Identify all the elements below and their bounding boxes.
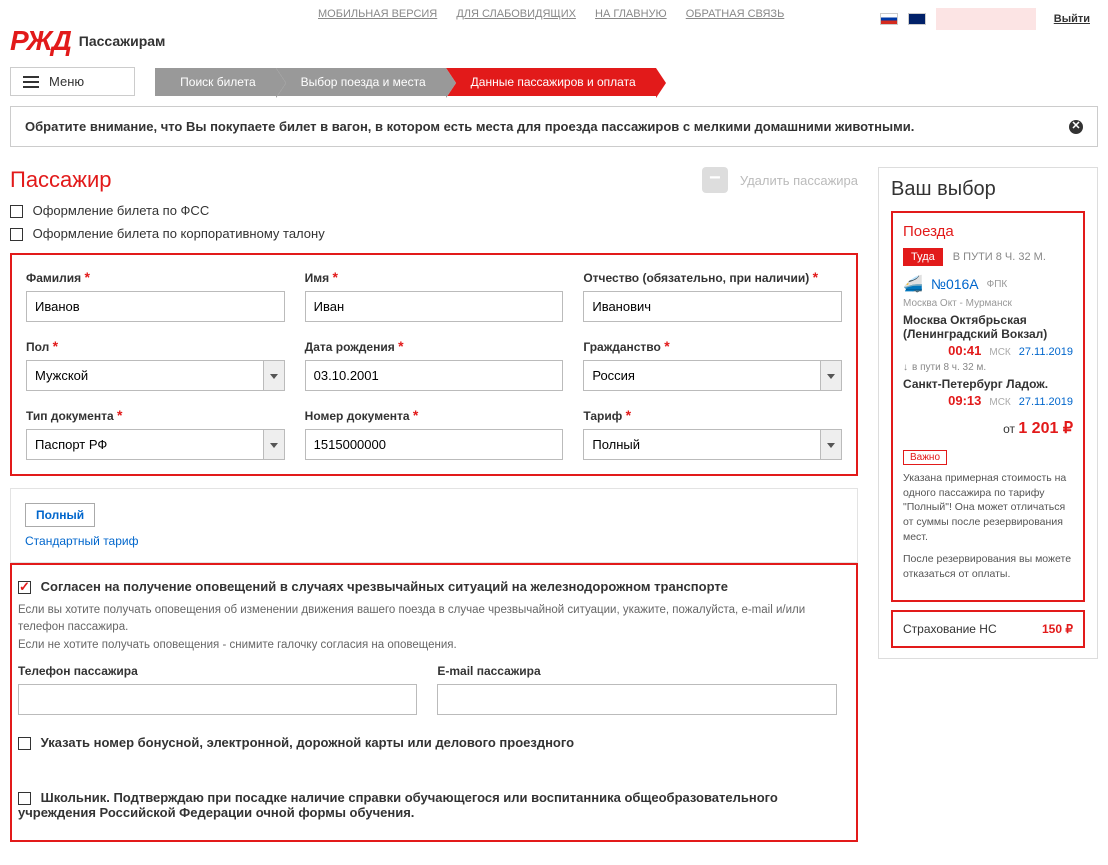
bonus-checkbox[interactable]: Указать номер бонусной, электронной, дор… (18, 735, 850, 750)
arrival-date[interactable]: 27.11.2019 (1019, 396, 1073, 408)
msk-label: МСК (989, 397, 1010, 408)
departure-date[interactable]: 27.11.2019 (1019, 346, 1073, 358)
price-note1: Указана примерная стоимость на одного па… (903, 471, 1073, 544)
direction-badge: Туда (903, 248, 943, 266)
arrow-down-icon: ↓ (903, 362, 908, 373)
side-title: Ваш выбор (891, 178, 1085, 201)
your-choice-panel: Ваш выбор Поезда Туда В ПУТИ 8 Ч. 32 М. … (878, 167, 1098, 659)
home-link[interactable]: НА ГЛАВНУЮ (595, 8, 667, 20)
name-input[interactable] (305, 291, 564, 322)
train-number-link[interactable]: №016А (931, 276, 979, 292)
email-label: E-mail пассажира (437, 664, 836, 678)
tariff-standard-link[interactable]: Стандартный тариф (25, 534, 138, 548)
train-icon: 🚄 (903, 274, 923, 294)
dob-input[interactable] (305, 360, 564, 391)
flag-uk-icon[interactable] (908, 13, 926, 25)
feedback-link[interactable]: ОБРАТНАЯ СВЯЗЬ (686, 8, 785, 20)
docnum-label: Номер документа * (305, 407, 564, 423)
checkbox-checked-icon (18, 581, 31, 594)
accessibility-link[interactable]: ДЛЯ СЛАБОВИДЯЩИХ (456, 8, 576, 20)
hamburger-icon (23, 81, 39, 83)
user-avatar[interactable] (936, 8, 1036, 30)
minus-icon: − (702, 167, 728, 193)
bc-step-payment: Данные пассажиров и оплата (446, 68, 656, 96)
checkbox-icon (18, 737, 31, 750)
bc-step-seats[interactable]: Выбор поезда и места (276, 68, 446, 96)
corp-checkbox[interactable]: Оформление билета по корпоративному тало… (10, 226, 858, 241)
arrival-station: Санкт-Петербург Ладож. (903, 377, 1073, 391)
msk-label: МСК (989, 347, 1010, 358)
important-badge: Важно (903, 450, 947, 465)
consent-note: Если вы хотите получать оповещения об из… (18, 602, 850, 654)
surname-label: Фамилия * (26, 269, 285, 285)
flag-ru-icon[interactable] (880, 13, 898, 25)
train-summary-box: Поезда Туда В ПУТИ 8 Ч. 32 М. 🚄 №016А ФП… (891, 211, 1085, 602)
patronymic-label: Отчество (обязательно, при наличии) * (583, 269, 842, 285)
docnum-input[interactable] (305, 429, 564, 460)
tariff-select[interactable]: Полный (583, 429, 842, 460)
logo[interactable]: РЖД (10, 25, 71, 57)
email-input[interactable] (437, 684, 836, 715)
price-from: от (1003, 422, 1015, 436)
remove-passenger-label: Удалить пассажира (740, 173, 858, 188)
citizenship-select[interactable]: Россия (583, 360, 842, 391)
insurance-box[interactable]: Страхование НС 150 ₽ (891, 610, 1085, 648)
logo-subtitle: Пассажирам (79, 33, 166, 49)
logout-link[interactable]: Выйти (1054, 13, 1090, 25)
arrival-time: 09:13 (948, 393, 981, 408)
price-value: 1 201 ₽ (1018, 420, 1073, 437)
consent-section: Согласен на получение оповещений в случа… (10, 563, 858, 842)
passenger-title: Пассажир (10, 167, 112, 193)
tariff-info-box: Полный Стандартный тариф (10, 488, 858, 563)
gender-label: Пол * (26, 338, 285, 354)
school-checkbox[interactable]: Школьник. Подтверждаю при посадке наличи… (18, 790, 850, 820)
departure-time: 00:41 (948, 343, 981, 358)
name-label: Имя * (305, 269, 564, 285)
insurance-price: 150 ₽ (1042, 622, 1073, 636)
departure-station: Москва Октябрьская (Ленинградский Вокзал… (903, 313, 1073, 341)
remove-passenger-button[interactable]: − Удалить пассажира (702, 167, 858, 193)
gender-select[interactable]: Мужской (26, 360, 285, 391)
price-note2: После резервирования вы можете отказатьс… (903, 552, 1073, 581)
checkbox-icon (10, 228, 23, 241)
insurance-label: Страхование НС (903, 622, 997, 636)
phone-input[interactable] (18, 684, 417, 715)
mid-travel-time: ↓ в пути 8 ч. 32 м. (903, 362, 1073, 373)
menu-button[interactable]: Меню (10, 67, 135, 96)
carrier: ФПК (987, 279, 1008, 290)
passenger-form: Фамилия * Имя * Отчество (обязательно, п… (10, 253, 858, 476)
patronymic-input[interactable] (583, 291, 842, 322)
breadcrumb: Поиск билета Выбор поезда и места Данные… (155, 68, 655, 96)
phone-label: Телефон пассажира (18, 664, 417, 678)
surname-input[interactable] (26, 291, 285, 322)
close-icon[interactable]: ✕ (1069, 120, 1083, 134)
checkbox-icon (18, 792, 31, 805)
citizenship-label: Гражданство * (583, 338, 842, 354)
doctype-select[interactable]: Паспорт РФ (26, 429, 285, 460)
trains-label: Поезда (903, 223, 1073, 240)
tariff-label: Тариф * (583, 407, 842, 423)
bc-step-search[interactable]: Поиск билета (155, 68, 275, 96)
notice-text: Обратите внимание, что Вы покупаете биле… (25, 119, 914, 134)
travel-time: В ПУТИ 8 Ч. 32 М. (953, 251, 1046, 263)
mobile-version-link[interactable]: МОБИЛЬНАЯ ВЕРСИЯ (318, 8, 437, 20)
notice-bar: Обратите внимание, что Вы покупаете биле… (10, 106, 1098, 147)
doctype-label: Тип документа * (26, 407, 285, 423)
checkbox-icon (10, 205, 23, 218)
route-text: Москва Окт - Мурманск (903, 298, 1073, 309)
consent-checkbox[interactable]: Согласен на получение оповещений в случа… (18, 579, 850, 594)
fss-checkbox[interactable]: Оформление билета по ФСС (10, 203, 858, 218)
dob-label: Дата рождения * (305, 338, 564, 354)
menu-label: Меню (49, 74, 84, 89)
tariff-full-tab[interactable]: Полный (25, 503, 95, 527)
